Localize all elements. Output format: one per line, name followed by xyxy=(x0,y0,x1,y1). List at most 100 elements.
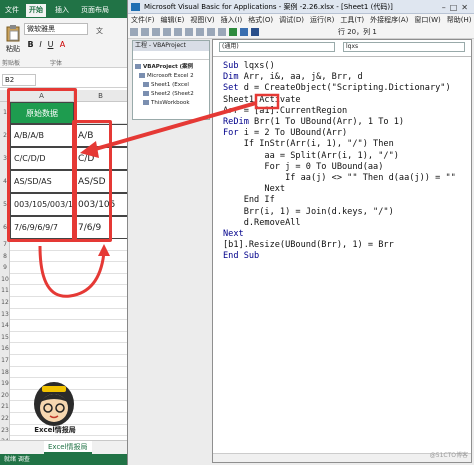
code-line[interactable]: [b1].Resize(UBound(Brr), 1) = Brr xyxy=(223,240,394,251)
row-number[interactable]: 17 xyxy=(0,355,10,367)
menu-run[interactable]: 运行(R) xyxy=(307,14,337,26)
code-text: d = CreateObject("Scripting.Dictionary") xyxy=(238,83,451,94)
row-number[interactable]: 10 xyxy=(0,274,10,286)
menu-insert[interactable]: 插入(I) xyxy=(218,14,246,26)
tree-excel-objects[interactable]: Microsoft Excel 2 xyxy=(139,72,194,80)
row-number[interactable]: 18 xyxy=(0,367,10,379)
project-explorer-title: 工程 - VBAProject xyxy=(133,41,209,51)
stop-icon[interactable] xyxy=(251,28,259,36)
project-explorer: 工程 - VBAProject VBAProject (案例 Microsoft… xyxy=(132,40,210,120)
row-number[interactable]: 9 xyxy=(0,262,10,274)
ribbon-tab-bar: 文件 开始 插入 页面布局 xyxy=(0,0,127,18)
code-line[interactable]: ReDim Brr(1 To UBound(Arr), 1 To 1) xyxy=(223,117,404,128)
row-number[interactable]: 22 xyxy=(0,413,10,425)
sheet-tab[interactable]: Excel情报局 xyxy=(44,441,92,454)
row-number[interactable]: 23 xyxy=(0,425,10,437)
tab-page-layout[interactable]: 页面布局 xyxy=(78,4,112,17)
row-number[interactable]: 19 xyxy=(0,378,10,390)
name-box[interactable]: B2 xyxy=(2,74,36,86)
code-line[interactable]: aa = Split(Arr(i, 1), "/") xyxy=(223,151,399,162)
menu-file[interactable]: 文件(F) xyxy=(128,14,158,26)
cut-icon[interactable] xyxy=(163,28,171,36)
code-line[interactable]: Sheet1.Activate xyxy=(223,95,301,106)
underline-button[interactable]: U xyxy=(46,40,55,50)
menu-window[interactable]: 窗口(W) xyxy=(411,14,443,26)
tab-file[interactable]: 文件 xyxy=(2,4,22,17)
code-keyword: Sub xyxy=(223,61,239,71)
row-number[interactable]: 12 xyxy=(0,297,10,309)
tab-insert[interactable]: 插入 xyxy=(52,4,72,17)
code-line[interactable]: Dim Arr, i&, aa, j&, Brr, d xyxy=(223,72,363,83)
code-line[interactable]: For i = 2 To UBound(Arr) xyxy=(223,128,347,139)
grid-row xyxy=(10,355,127,367)
paste-label: 粘贴 xyxy=(6,45,20,53)
vbe-toolbar: 行 20，列 1 xyxy=(128,26,474,39)
copy-icon[interactable] xyxy=(174,28,182,36)
mascot-icon xyxy=(34,382,74,426)
code-line[interactable]: d.RemoveAll xyxy=(223,218,301,229)
project-icon xyxy=(135,64,141,69)
run-icon[interactable] xyxy=(229,28,237,36)
workbook-icon xyxy=(143,100,149,105)
object-dropdown[interactable]: (通用) xyxy=(219,42,335,52)
font-color-icon[interactable]: A xyxy=(58,40,67,50)
code-line[interactable]: End Sub xyxy=(223,251,259,262)
insert-module-icon[interactable] xyxy=(141,28,149,36)
menu-debug[interactable]: 调试(D) xyxy=(276,14,307,26)
row-number[interactable]: 15 xyxy=(0,332,10,344)
bold-button[interactable]: B xyxy=(26,40,35,50)
menu-help[interactable]: 帮助(H) xyxy=(444,14,474,26)
code-keyword: ReDim xyxy=(223,117,249,127)
vba-editor-window: Microsoft Visual Basic for Applications … xyxy=(128,0,474,465)
code-text: Next xyxy=(223,184,286,195)
code-text: Arr, i&, aa, j&, Brr, d xyxy=(238,72,363,83)
code-text: d.RemoveAll xyxy=(223,217,301,228)
code-line[interactable]: Next xyxy=(223,229,244,240)
code-text: If aa(j) <> "" Then d(aa(j)) = "" xyxy=(223,173,456,183)
italic-button[interactable]: I xyxy=(36,40,45,50)
row-number[interactable]: 11 xyxy=(0,285,10,297)
code-text: End If xyxy=(223,195,275,206)
code-line[interactable]: If aa(j) <> "" Then d(aa(j)) = "" xyxy=(223,173,456,184)
row-number[interactable]: 8 xyxy=(0,251,10,263)
code-line[interactable]: Brr(i, 1) = Join(d.keys, "/") xyxy=(223,207,394,218)
menu-view[interactable]: 视图(V) xyxy=(187,14,217,26)
code-line[interactable]: Next xyxy=(223,184,285,195)
undo-icon[interactable] xyxy=(207,28,215,36)
font-name-select[interactable]: 微软雅黑 xyxy=(24,23,88,35)
save-icon[interactable] xyxy=(152,28,160,36)
tree-vbaproject[interactable]: VBAProject (案例 xyxy=(135,63,193,71)
row-number[interactable]: 21 xyxy=(0,401,10,413)
row-number[interactable]: 20 xyxy=(0,390,10,402)
excel-view-icon[interactable] xyxy=(130,28,138,36)
code-keyword: Dim xyxy=(223,72,239,83)
menu-tools[interactable]: 工具(T) xyxy=(337,14,367,26)
code-line[interactable]: Sub lqxs() xyxy=(223,61,275,72)
menu-format[interactable]: 格式(O) xyxy=(245,14,276,26)
menu-addins[interactable]: 外接程序(A) xyxy=(367,14,411,26)
menu-edit[interactable]: 编辑(E) xyxy=(158,14,188,26)
paste-icon[interactable] xyxy=(185,28,193,36)
procedure-dropdown[interactable]: lqxs xyxy=(343,42,465,52)
tree-sheet2[interactable]: Sheet2 (Sheet2 xyxy=(143,90,194,98)
code-text: aa = Split(Arr(i, 1), "/") xyxy=(223,150,399,161)
find-icon[interactable] xyxy=(196,28,204,36)
project-explorer-toolbar xyxy=(133,51,209,60)
redo-icon[interactable] xyxy=(218,28,226,36)
row-number[interactable]: 14 xyxy=(0,320,10,332)
tree-sheet1[interactable]: Sheet1 (Excel xyxy=(143,81,189,89)
code-line[interactable]: End If xyxy=(223,195,275,206)
tab-home[interactable]: 开始 xyxy=(26,4,46,17)
row-number[interactable]: 16 xyxy=(0,343,10,355)
code-editor[interactable]: Sub lqxs() Dim Arr, i&, aa, j&, Brr, d Set… xyxy=(213,56,471,452)
pause-icon[interactable] xyxy=(240,28,248,36)
tree-thisworkbook[interactable]: ThisWorkbook xyxy=(143,99,190,107)
column-header-b[interactable]: B xyxy=(74,90,127,102)
code-line[interactable]: For j = 0 To UBound(aa) xyxy=(223,162,383,173)
paste-icon[interactable] xyxy=(6,24,20,42)
code-line[interactable]: If InStr(Arr(i, 1), "/") Then xyxy=(223,139,394,150)
row-number[interactable]: 13 xyxy=(0,309,10,321)
code-line[interactable]: Set d = CreateObject("Scripting.Dictiona… xyxy=(223,83,451,94)
code-line[interactable]: Arr = [a1].CurrentRegion xyxy=(223,106,347,117)
window-controls[interactable]: –□✕ xyxy=(442,1,472,13)
